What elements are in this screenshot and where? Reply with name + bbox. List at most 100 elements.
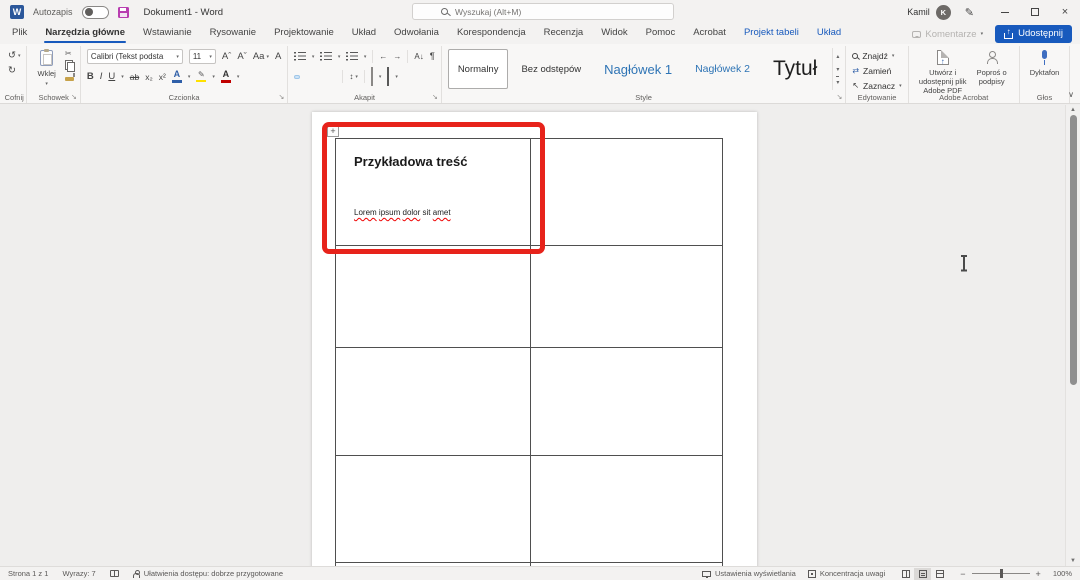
zoom-in-button[interactable]: + bbox=[1036, 569, 1041, 579]
numbering-button[interactable] bbox=[320, 52, 332, 61]
tab-rysowanie[interactable]: Rysowanie bbox=[206, 24, 260, 44]
dialog-launcher-icon[interactable]: ↘ bbox=[836, 93, 842, 101]
table-cell-r3c1[interactable] bbox=[336, 348, 531, 456]
multilevel-list-button[interactable] bbox=[346, 52, 358, 61]
align-center-button[interactable] bbox=[306, 75, 312, 79]
zoom-slider-thumb[interactable] bbox=[1000, 569, 1003, 578]
decrease-indent-button[interactable]: ← bbox=[379, 52, 387, 61]
style-gallery-down-button[interactable]: ▾ bbox=[836, 63, 839, 75]
borders-button[interactable] bbox=[387, 68, 389, 86]
create-pdf-button[interactable]: Utwórz i udostępnij plik Adobe PDF bbox=[915, 48, 971, 97]
page-indicator[interactable]: Strona 1 z 1 bbox=[8, 569, 48, 578]
replace-button[interactable]: ⇄Zamień bbox=[852, 64, 901, 77]
dialog-launcher-icon[interactable]: ↘ bbox=[432, 93, 438, 101]
search-input[interactable]: Wyszukaj (Alt+M) bbox=[412, 3, 674, 20]
style-tytul[interactable]: Tytuł bbox=[763, 49, 827, 89]
display-settings-button[interactable]: Ustawienia wyświetlania bbox=[702, 569, 796, 578]
tab-acrobat[interactable]: Acrobat bbox=[689, 24, 730, 44]
tab-uklad[interactable]: Układ bbox=[348, 24, 380, 44]
proofing-button[interactable] bbox=[110, 570, 119, 577]
clear-formatting-button[interactable]: A bbox=[275, 51, 281, 62]
print-layout-button[interactable] bbox=[914, 568, 931, 580]
increase-indent-button[interactable]: → bbox=[393, 52, 401, 61]
style-naglowek-2[interactable]: Nagłówek 2 bbox=[685, 49, 760, 89]
style-gallery-up-button[interactable]: ▴ bbox=[836, 50, 839, 62]
zoom-out-button[interactable]: − bbox=[960, 569, 965, 579]
italic-button[interactable]: I bbox=[100, 71, 103, 82]
restore-button[interactable] bbox=[1020, 0, 1050, 24]
shading-button[interactable] bbox=[371, 68, 373, 86]
autosave-toggle[interactable] bbox=[82, 6, 109, 19]
font-size-select[interactable]: 11▾ bbox=[189, 49, 216, 64]
accessibility-status[interactable]: Ułatwienia dostępu: dobrze przygotowane bbox=[133, 569, 283, 578]
tab-projektowanie[interactable]: Projektowanie bbox=[270, 24, 338, 44]
change-case-button[interactable]: Aa▾ bbox=[253, 51, 269, 62]
text-effects-button[interactable]: A bbox=[172, 70, 182, 83]
table-cell-r4c1[interactable] bbox=[336, 456, 531, 563]
edit-pencil-icon[interactable]: ✎ bbox=[965, 6, 974, 19]
redo-button[interactable]: ↻ bbox=[8, 65, 20, 76]
scrollbar-thumb[interactable] bbox=[1070, 115, 1077, 385]
dictate-button[interactable]: Dyktafon bbox=[1026, 48, 1064, 79]
line-spacing-button[interactable]: ↕▾ bbox=[349, 72, 358, 81]
dialog-launcher-icon[interactable]: ↘ bbox=[71, 93, 77, 101]
style-bez-odstepow[interactable]: Bez odstępów bbox=[511, 49, 591, 89]
tab-widok[interactable]: Widok bbox=[597, 24, 631, 44]
tab-korespondencja[interactable]: Korespondencja bbox=[453, 24, 530, 44]
close-button[interactable]: × bbox=[1050, 0, 1080, 24]
table-cell-r4c2[interactable] bbox=[531, 456, 723, 563]
tab-recenzja[interactable]: Recenzja bbox=[540, 24, 588, 44]
style-gallery-more-button[interactable]: ▾ bbox=[836, 76, 839, 88]
align-left-button[interactable] bbox=[294, 75, 300, 79]
editor-button[interactable]: ✎ Redaktor bbox=[1076, 48, 1080, 78]
tab-pomoc[interactable]: Pomoc bbox=[642, 24, 680, 44]
minimize-button[interactable] bbox=[990, 0, 1020, 24]
align-right-button[interactable] bbox=[318, 75, 324, 79]
find-button[interactable]: Znajdź▾ bbox=[852, 49, 901, 62]
dialog-launcher-icon[interactable]: ↘ bbox=[278, 93, 284, 101]
table-cell-r1c2[interactable] bbox=[531, 139, 723, 246]
superscript-button[interactable]: x² bbox=[159, 72, 166, 82]
highlight-button[interactable]: ✎ bbox=[196, 71, 206, 83]
bold-button[interactable]: B bbox=[87, 71, 94, 82]
cut-button[interactable]: ✂ bbox=[65, 48, 74, 58]
show-formatting-button[interactable]: ¶ bbox=[430, 51, 435, 62]
zoom-level[interactable]: 100% bbox=[1053, 569, 1072, 578]
avatar[interactable]: K bbox=[936, 5, 951, 20]
strikethrough-button[interactable]: ab bbox=[130, 72, 139, 82]
table-cell-r3c2[interactable] bbox=[531, 348, 723, 456]
sort-button[interactable]: A↓ bbox=[414, 52, 423, 61]
style-naglowek-1[interactable]: Nagłówek 1 bbox=[594, 49, 682, 89]
word-count[interactable]: Wyrazy: 7 bbox=[62, 569, 95, 578]
select-button[interactable]: ↖Zaznacz▾ bbox=[852, 79, 901, 92]
copy-button[interactable] bbox=[65, 60, 74, 70]
table-cell-r2c1[interactable] bbox=[336, 246, 531, 348]
web-layout-button[interactable] bbox=[931, 568, 948, 580]
comments-button[interactable]: Komentarze ▾ bbox=[912, 29, 983, 40]
undo-button[interactable]: ↺▾ bbox=[8, 50, 20, 61]
tab-narzedzia-glowne[interactable]: Narzędzia główne bbox=[41, 24, 129, 44]
table-cell-r2c2[interactable] bbox=[531, 246, 723, 348]
format-painter-button[interactable] bbox=[65, 72, 74, 82]
shrink-font-button[interactable]: Aˇ bbox=[237, 51, 247, 62]
tab-plik[interactable]: Plik bbox=[8, 24, 31, 44]
tab-wstawianie[interactable]: Wstawianie bbox=[139, 24, 196, 44]
scroll-up-button[interactable]: ▲ bbox=[1066, 107, 1080, 113]
paste-button[interactable]: Wklej ▾ bbox=[33, 48, 59, 89]
bullets-button[interactable] bbox=[294, 52, 306, 61]
style-normalny[interactable]: Normalny bbox=[448, 49, 509, 89]
tab-uklad-tabeli[interactable]: Układ bbox=[813, 24, 845, 44]
grow-font-button[interactable]: Aˆ bbox=[222, 51, 232, 62]
tab-odwolania[interactable]: Odwołania bbox=[390, 24, 443, 44]
justify-button[interactable] bbox=[330, 75, 336, 79]
underline-button[interactable]: U bbox=[108, 71, 115, 82]
font-name-select[interactable]: Calibri (Tekst podsta▾ bbox=[87, 49, 183, 64]
read-mode-button[interactable] bbox=[897, 568, 914, 580]
subscript-button[interactable]: x₂ bbox=[145, 72, 153, 82]
tab-projekt-tabeli[interactable]: Projekt tabeli bbox=[740, 24, 803, 44]
focus-button[interactable]: Koncentracja uwagi bbox=[808, 569, 885, 578]
scroll-down-button[interactable]: ▼ bbox=[1066, 558, 1080, 564]
save-icon[interactable] bbox=[118, 7, 129, 18]
vertical-scrollbar[interactable]: ▲ ▼ bbox=[1065, 105, 1080, 566]
zoom-slider[interactable] bbox=[972, 573, 1030, 574]
